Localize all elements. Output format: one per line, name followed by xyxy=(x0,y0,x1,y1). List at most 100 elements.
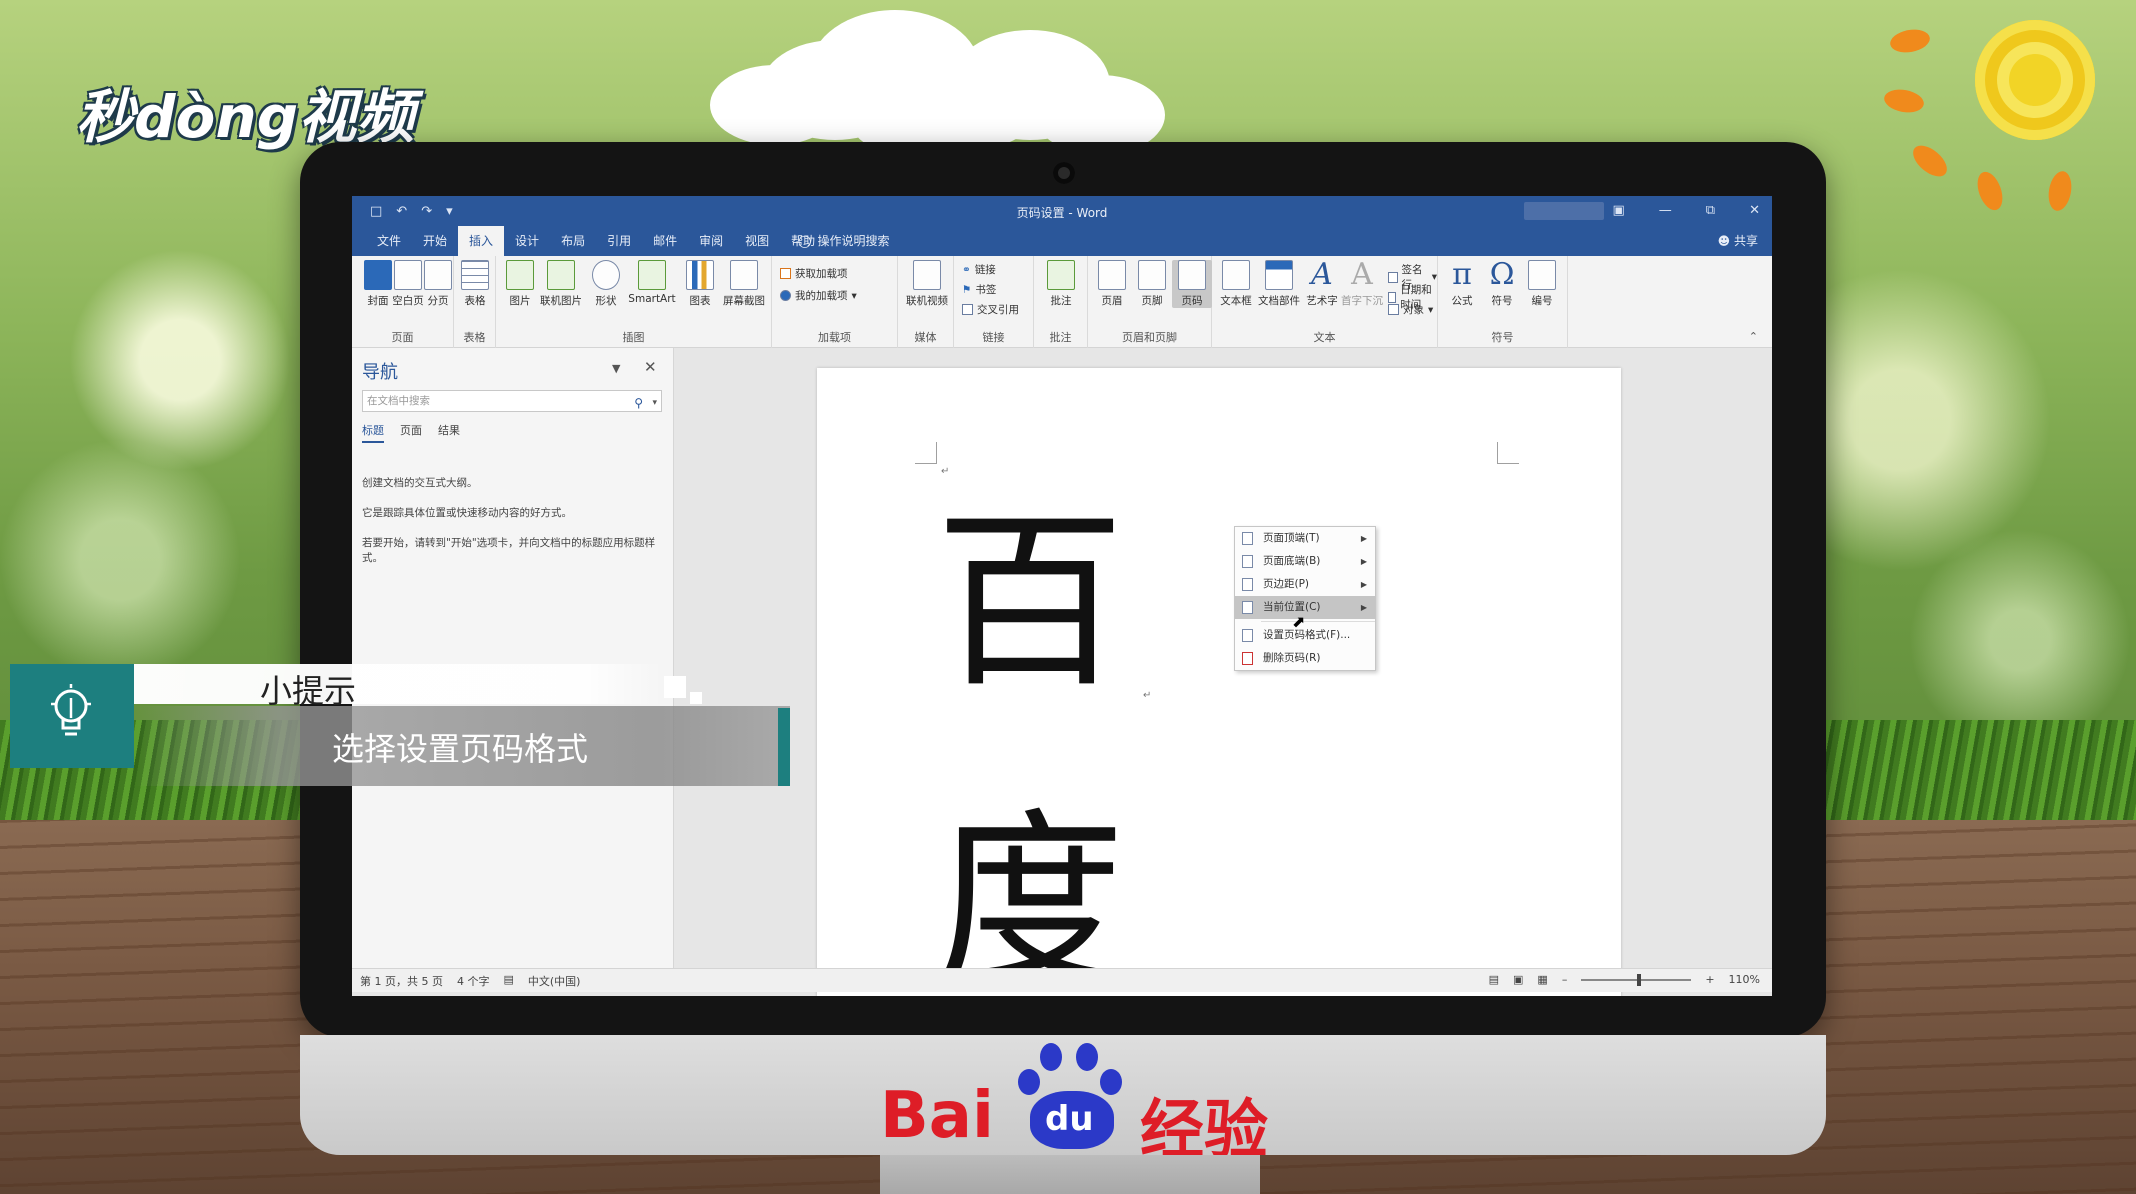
nav-search-input[interactable]: 在文档中搜索 ⚲ ▾ xyxy=(362,390,662,412)
brand-logo: 秒dòng视频 xyxy=(76,83,415,151)
cloud-decoration xyxy=(900,60,1040,150)
my-addins-button[interactable]: 我的加载项 ▾ xyxy=(780,288,857,303)
monitor-stand xyxy=(880,1155,1260,1194)
nav-tab-pages[interactable]: 页面 xyxy=(400,422,422,443)
signature-icon xyxy=(1388,271,1398,283)
sun-decoration xyxy=(1882,20,2100,214)
zoom-level[interactable]: 110% xyxy=(1729,973,1760,986)
account-area[interactable] xyxy=(1524,202,1604,220)
restore-button[interactable]: ⧉ xyxy=(1706,203,1715,218)
symbol-button[interactable]: Ω 符号 xyxy=(1482,260,1522,308)
link-button[interactable]: ⚭ 链接 xyxy=(962,262,996,277)
get-addins-button[interactable]: 获取加载项 xyxy=(780,266,848,281)
tab-home[interactable]: 开始 xyxy=(412,226,458,256)
dropcap-button[interactable]: A 首字下沉 xyxy=(1340,260,1384,308)
table-button[interactable]: 表格 xyxy=(455,260,495,308)
chevron-down-icon[interactable]: ▾ xyxy=(652,393,657,413)
tab-design[interactable]: 设计 xyxy=(504,226,550,256)
page-number-button[interactable]: 页码 xyxy=(1172,260,1212,308)
close-icon[interactable]: ✕ xyxy=(644,358,657,376)
nav-options-icon[interactable]: ▼ xyxy=(612,362,620,375)
quick-parts-button[interactable]: 文档部件 xyxy=(1256,260,1302,308)
zoom-slider-thumb[interactable] xyxy=(1637,973,1642,986)
ribbon-display-icon[interactable]: ▣ xyxy=(1613,203,1625,218)
online-picture-icon xyxy=(547,260,575,290)
shapes-icon xyxy=(592,260,620,290)
online-video-button[interactable]: 联机视频 xyxy=(904,260,950,308)
print-layout-icon[interactable]: ▣ xyxy=(1513,973,1523,986)
menu-item-page-margins[interactable]: 页边距(P) ▶ xyxy=(1235,573,1375,596)
zoom-slider[interactable] xyxy=(1581,973,1692,986)
tip-title-bar: 小提示 xyxy=(134,664,662,710)
textbox-button[interactable]: 文本框 xyxy=(1216,260,1256,308)
cross-reference-button[interactable]: 交叉引用 xyxy=(962,302,1019,317)
footer-button[interactable]: 页脚 xyxy=(1132,260,1172,308)
object-button[interactable]: 对象 ▾ xyxy=(1388,302,1433,317)
web-layout-icon[interactable]: ▦ xyxy=(1537,973,1547,986)
tab-insert[interactable]: 插入 xyxy=(458,226,505,256)
menu-item-remove-page-numbers[interactable]: 删除页码(R) xyxy=(1235,647,1375,670)
page-break-button[interactable]: 分页 xyxy=(418,260,458,308)
shapes-button[interactable]: 形状 xyxy=(586,260,626,308)
ribbon-tabs: 文件 开始 插入 设计 布局 引用 邮件 审阅 视图 帮助 ◯ 操作说明搜索 ☻… xyxy=(352,226,1772,256)
header-button[interactable]: 页眉 xyxy=(1092,260,1132,308)
number-button[interactable]: 编号 xyxy=(1522,260,1562,308)
page-break-icon xyxy=(424,260,452,290)
footer-icon xyxy=(1138,260,1166,290)
person-icon: ☻ xyxy=(1717,234,1734,248)
tell-me-search[interactable]: ◯ 操作说明搜索 xyxy=(798,226,889,256)
tip-decoration xyxy=(664,676,686,698)
group-comments: 批注 批注 xyxy=(1034,256,1088,348)
chart-button[interactable]: 图表 xyxy=(680,260,720,308)
group-label-media: 媒体 xyxy=(914,331,937,344)
collapse-ribbon-icon[interactable]: ⌃ xyxy=(1749,330,1758,343)
status-word-count[interactable]: 4 个字 xyxy=(457,973,490,989)
lightbulb-icon xyxy=(51,684,91,736)
paragraph-mark: ↵ xyxy=(1143,690,1152,701)
zoom-out-icon[interactable]: – xyxy=(1562,973,1568,986)
page-top-icon xyxy=(1242,532,1253,545)
zoom-in-icon[interactable]: + xyxy=(1705,973,1714,986)
nav-tab-headings[interactable]: 标题 xyxy=(362,422,384,443)
dropdown-arrow-icon: ▾ xyxy=(1428,303,1434,316)
document-area[interactable]: ↵ 百 ↵ 度 xyxy=(674,348,1772,996)
tab-review[interactable]: 审阅 xyxy=(688,226,734,256)
menu-item-top-of-page[interactable]: 页面顶端(T) ▶ xyxy=(1235,527,1375,550)
search-icon[interactable]: ⚲ xyxy=(634,393,643,413)
group-tables: 表格 表格 xyxy=(454,256,496,348)
comment-button[interactable]: 批注 xyxy=(1041,260,1081,308)
smartart-button[interactable]: SmartArt xyxy=(626,260,678,305)
tab-view[interactable]: 视图 xyxy=(734,226,780,256)
share-button[interactable]: ☻ 共享 xyxy=(1718,226,1758,256)
menu-item-bottom-of-page[interactable]: 页面底端(B) ▶ xyxy=(1235,550,1375,573)
dropdown-arrow-icon: ▾ xyxy=(851,289,857,302)
link-icon: ⚭ xyxy=(962,263,971,276)
status-page-count[interactable]: 第 1 页，共 5 页 xyxy=(360,973,443,989)
close-button[interactable]: ✕ xyxy=(1749,203,1760,218)
screenshot-button[interactable]: 屏幕截图 xyxy=(718,260,770,308)
bookmark-button[interactable]: ⚑ 书签 xyxy=(962,282,996,297)
tab-references[interactable]: 引用 xyxy=(596,226,642,256)
tab-layout[interactable]: 布局 xyxy=(550,226,596,256)
online-pictures-button[interactable]: 联机图片 xyxy=(536,260,586,308)
addin-icon xyxy=(780,290,791,301)
group-label-illustrations: 插图 xyxy=(622,331,645,344)
format-page-number-icon xyxy=(1242,629,1253,642)
document-page[interactable]: ↵ 百 ↵ 度 xyxy=(817,368,1621,996)
status-language[interactable]: 中文(中国) xyxy=(528,973,581,989)
nav-search-placeholder: 在文档中搜索 xyxy=(367,395,430,407)
group-label-header-footer: 页眉和页脚 xyxy=(1122,331,1177,344)
minimize-button[interactable]: — xyxy=(1659,203,1672,218)
tab-mailings[interactable]: 邮件 xyxy=(642,226,688,256)
ribbon: 封面 空白页 分页 页面 表格 表格 图片 联机图片 形状 SmartArt 图… xyxy=(352,256,1772,348)
camera-screenshot-icon xyxy=(730,260,758,290)
wordart-button[interactable]: A 艺术字 xyxy=(1302,260,1342,308)
menu-separator xyxy=(1261,621,1375,622)
pictures-button[interactable]: 图片 xyxy=(500,260,540,308)
proofing-icon[interactable]: ▤ xyxy=(503,973,513,989)
equation-button[interactable]: π 公式 xyxy=(1442,260,1482,308)
tab-file[interactable]: 文件 xyxy=(366,226,412,256)
read-mode-icon[interactable]: ▤ xyxy=(1489,973,1499,986)
margin-corner xyxy=(915,442,937,464)
nav-tab-results[interactable]: 结果 xyxy=(438,422,460,443)
